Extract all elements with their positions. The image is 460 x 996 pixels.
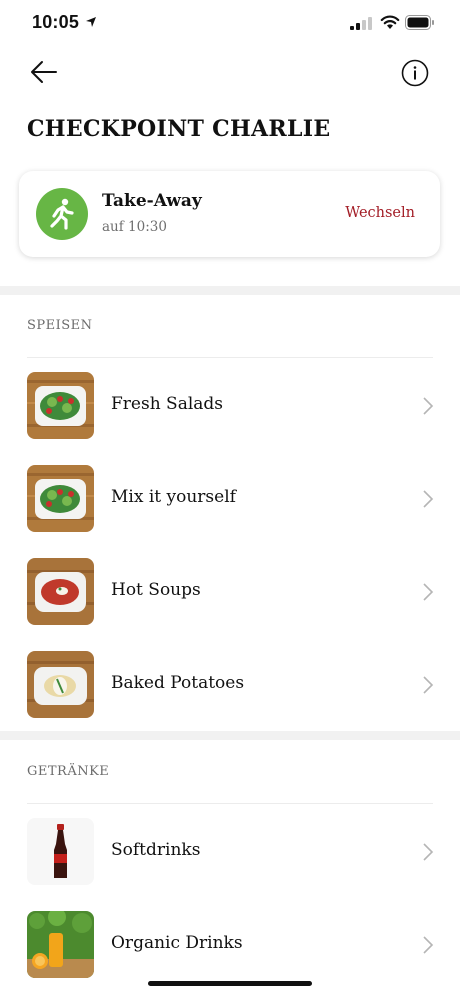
category-label: Softdrinks [111,840,201,860]
category-label: Hot Soups [111,580,201,600]
cellular-signal-icon [350,17,372,30]
header-divider [27,803,433,804]
header-divider [27,357,433,358]
category-label: Baked Potatoes [111,673,245,693]
page-title: CHECKPOINT CHARLIE [27,116,331,142]
pickup-time-label: auf 10:30 [102,219,167,235]
category-hot-soups[interactable]: Hot Soups [0,558,460,638]
back-button[interactable] [28,57,60,87]
chevron-right-icon [423,843,434,861]
category-label: Fresh Salads [111,394,224,414]
chevron-right-icon [423,583,434,601]
info-icon[interactable] [401,59,429,87]
soup-image [27,558,94,625]
juice-image [27,911,94,978]
category-mix-it-yourself[interactable]: Mix it yourself [0,465,460,545]
category-label: Organic Drinks [111,933,243,953]
chevron-right-icon [423,397,434,415]
battery-icon [405,15,434,30]
salad-image [27,372,94,439]
order-type-card[interactable]: Take-Away auf 10:30 Wechseln [19,171,440,257]
change-order-type-button[interactable]: Wechseln [345,205,415,221]
category-organic-drinks[interactable]: Organic Drinks [0,911,460,991]
status-time: 10:05 [32,12,80,32]
section-divider [0,286,460,295]
chevron-right-icon [423,676,434,694]
status-bar: 10:05 [0,0,460,50]
salad-image [27,465,94,532]
category-softdrinks[interactable]: Softdrinks [0,818,460,898]
chevron-right-icon [423,490,434,508]
order-type-label: Take-Away [102,191,202,211]
category-fresh-salads[interactable]: Fresh Salads [0,372,460,452]
section-divider [0,731,460,740]
potato-image [27,651,94,718]
chevron-right-icon [423,936,434,954]
cola-bottle-image [27,818,94,885]
home-indicator[interactable] [148,981,312,986]
section-header-getraenke: GETRÄNKE [27,764,110,779]
category-baked-potatoes[interactable]: Baked Potatoes [0,651,460,731]
category-label: Mix it yourself [111,487,236,507]
wifi-icon [380,15,400,29]
section-header-speisen: SPEISEN [27,318,93,333]
location-arrow-icon [86,17,96,27]
takeaway-walking-icon [36,188,88,240]
